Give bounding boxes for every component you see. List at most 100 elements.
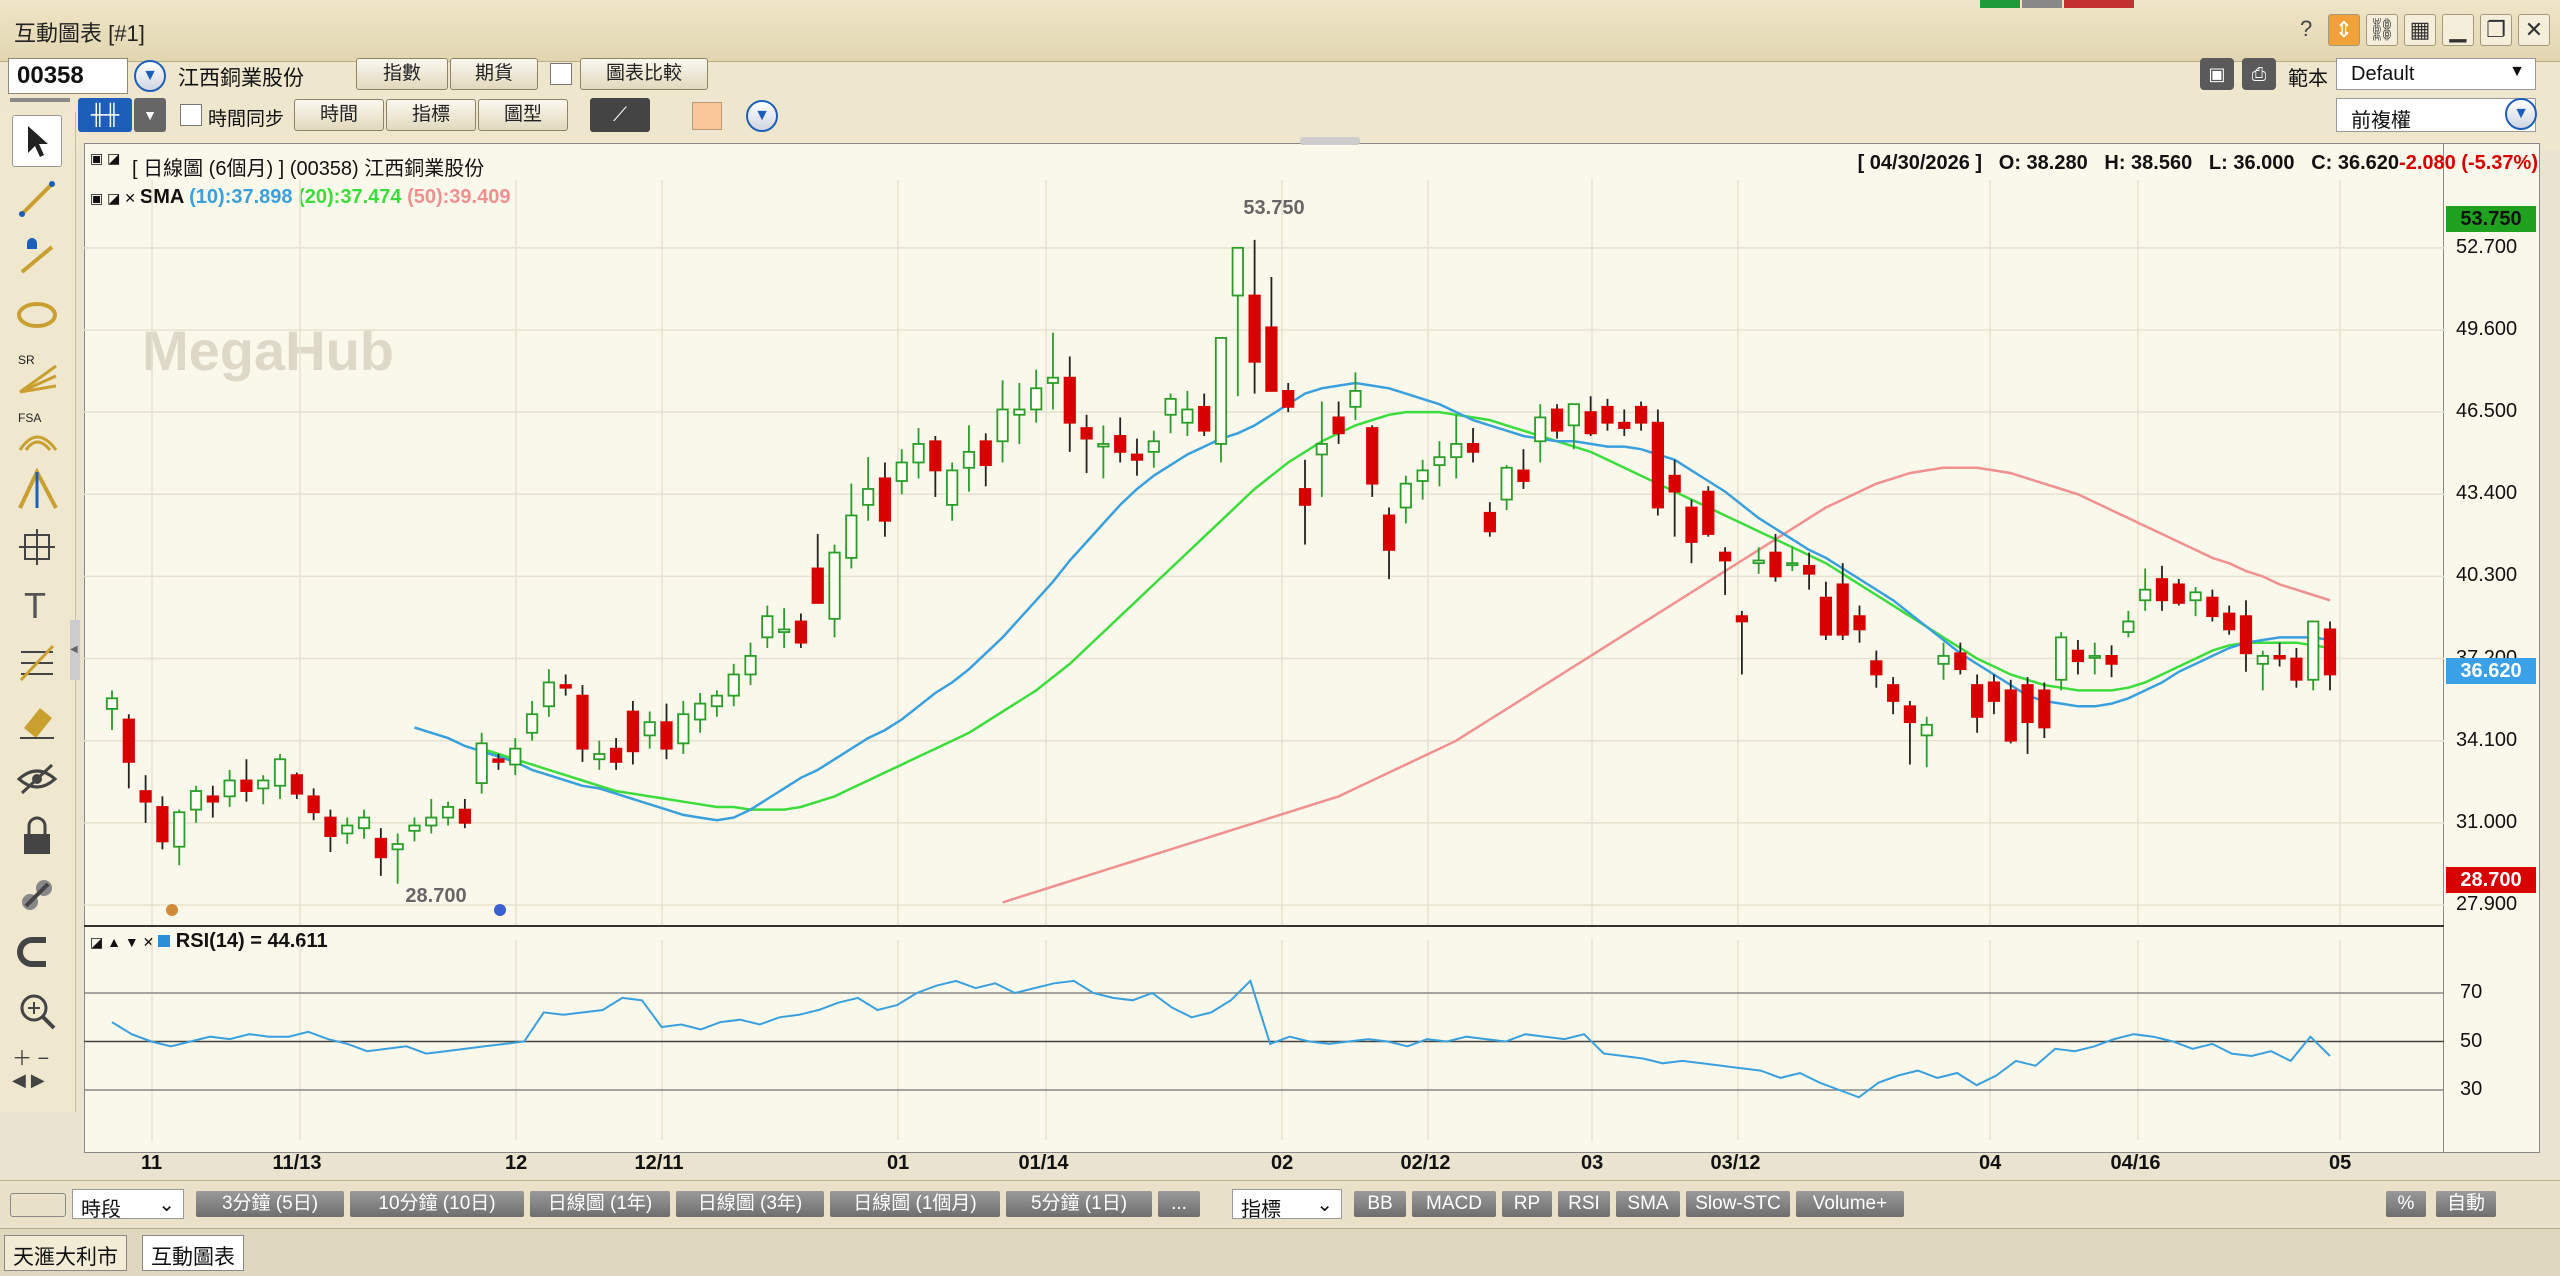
candle-body: [643, 721, 656, 737]
period-button[interactable]: 5分鐘 (1日): [1006, 1191, 1152, 1217]
period-button[interactable]: ...: [1158, 1191, 1200, 1217]
x-tick-label: 04: [1979, 1152, 2002, 1174]
candle-body: [2122, 620, 2135, 633]
candles: [105, 239, 2337, 884]
candle-body: [2071, 649, 2085, 663]
auto-button[interactable]: 自動: [2436, 1191, 2496, 1217]
rsi-tick-label: 50: [2460, 1029, 2483, 1052]
indicator-toggle-button[interactable]: RP: [1502, 1191, 1552, 1217]
candle: [1030, 369, 1043, 423]
candle-body: [2307, 620, 2320, 681]
candle-body: [744, 655, 757, 676]
candle: [1534, 404, 1547, 463]
candle-body: [2223, 612, 2236, 631]
candle-body: [1315, 443, 1328, 456]
x-tick-label: 12: [505, 1152, 528, 1174]
candle: [2055, 632, 2068, 691]
indicator-toggle-button[interactable]: Slow-STC: [1686, 1191, 1790, 1217]
candle: [1819, 581, 1833, 641]
price-tick-label: 46.500: [2456, 400, 2518, 423]
candle: [441, 801, 455, 826]
indicator-select[interactable]: 指標 ⌄: [1232, 1189, 1342, 1221]
candle-body: [324, 816, 337, 838]
candle: [744, 642, 757, 686]
candle-body: [1097, 443, 1110, 448]
candle: [2105, 645, 2118, 678]
candle: [2155, 565, 2169, 611]
candle-body: [1450, 443, 1463, 459]
candle-body: [441, 806, 455, 819]
candle-body: [2239, 615, 2253, 655]
candle-body: [2323, 628, 2337, 676]
candle-body: [962, 450, 976, 469]
candle: [425, 799, 438, 834]
candle: [1366, 425, 1379, 497]
candle: [475, 732, 488, 794]
candle-body: [996, 408, 1009, 443]
period-button[interactable]: 日線圖 (1年): [530, 1191, 670, 1217]
candle: [1937, 642, 1950, 680]
candle-body: [1198, 405, 1211, 432]
candle: [2122, 610, 2135, 638]
event-marker-orange[interactable]: [166, 904, 178, 916]
candle: [845, 483, 858, 569]
candle: [1483, 502, 1496, 537]
candle: [912, 428, 925, 479]
period-button[interactable]: 日線圖 (3年): [676, 1191, 824, 1217]
price-tick-label: 43.400: [2456, 482, 2518, 505]
period-button[interactable]: 日線圖 (1個月): [830, 1191, 1000, 1217]
last-price-tag: 36.620: [2446, 658, 2536, 684]
candle-body: [1769, 551, 1782, 578]
candle-body: [1819, 596, 1833, 636]
candle: [1214, 337, 1228, 463]
candle: [929, 435, 942, 497]
candle: [1164, 393, 1177, 434]
candle: [1382, 507, 1396, 580]
period-select[interactable]: 時段 ⌄: [72, 1189, 184, 1221]
indicator-toggle-button[interactable]: BB: [1354, 1191, 1406, 1217]
candle: [1080, 414, 1093, 474]
candle-body: [1298, 488, 1312, 506]
price-tick-label: 27.900: [2456, 893, 2518, 915]
candle: [1887, 677, 1900, 715]
indicator-toggle-button[interactable]: RSI: [1558, 1191, 1610, 1217]
candle: [2239, 600, 2253, 672]
candle: [1315, 401, 1328, 497]
candle-body: [1382, 514, 1396, 551]
percent-button[interactable]: %: [2386, 1191, 2426, 1217]
candle-body: [895, 461, 908, 482]
indicator-toggle-button[interactable]: Volume+: [1796, 1191, 1904, 1217]
candle-body: [1802, 564, 1816, 575]
task-interactive-chart[interactable]: 互動圖表: [142, 1235, 244, 1271]
candle: [878, 462, 892, 537]
candle: [1013, 382, 1026, 444]
candle-body: [778, 628, 791, 633]
indicator-toggle-button[interactable]: SMA: [1616, 1191, 1680, 1217]
candle-body: [794, 620, 808, 644]
candle-body: [1349, 390, 1362, 408]
indicator-toggle-button[interactable]: MACD: [1412, 1191, 1496, 1217]
task-market[interactable]: 天滙大利市: [4, 1235, 127, 1271]
candle: [693, 693, 707, 733]
candle: [257, 775, 270, 805]
candle: [710, 690, 724, 717]
price-tick-label: 49.600: [2456, 317, 2518, 340]
candle: [2139, 568, 2152, 611]
period-button[interactable]: 10分鐘 (10日): [350, 1191, 524, 1217]
candle: [1870, 650, 1883, 688]
candle: [1265, 276, 1278, 392]
x-tick-label: 05: [2329, 1152, 2352, 1174]
panel-toggle-icon[interactable]: [10, 1193, 66, 1217]
event-marker-blue[interactable]: [494, 904, 506, 916]
price-tick-label: 52.700: [2456, 235, 2518, 258]
candle: [1198, 393, 1211, 436]
candle-body: [290, 774, 303, 795]
rsi-tick-label: 70: [2460, 981, 2483, 1003]
period-button[interactable]: 3分鐘 (5日): [196, 1191, 344, 1217]
candle: [1853, 605, 1866, 643]
candle-body: [1366, 427, 1379, 485]
candle-body: [1920, 723, 1933, 737]
low-price-tag: 28.700: [2446, 867, 2536, 893]
candle-body: [761, 615, 774, 639]
candle-body: [2021, 684, 2034, 724]
